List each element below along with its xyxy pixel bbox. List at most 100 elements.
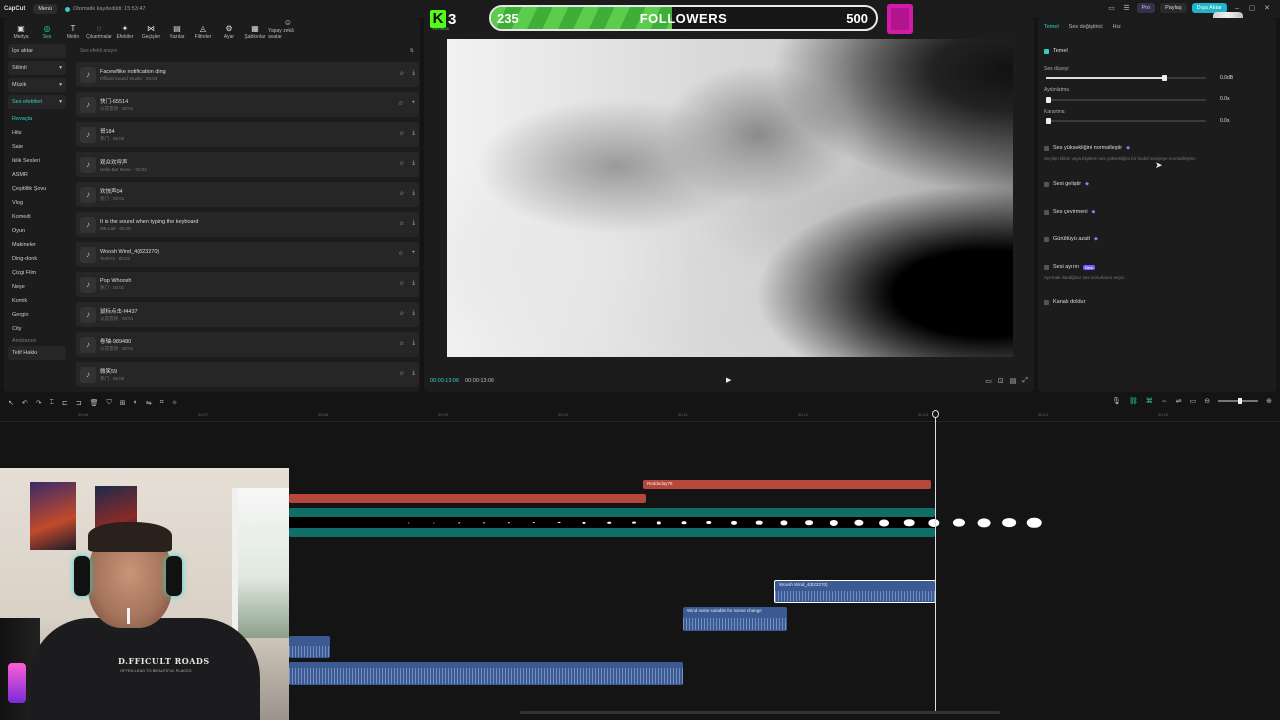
zoom-in-icon[interactable]: ⊕	[1266, 397, 1272, 405]
category-music[interactable]: Müzik ▾	[8, 78, 66, 92]
search-bar[interactable]: Ses efekti arayın ⇅	[76, 45, 418, 57]
select-tool-icon[interactable]: ↖	[8, 399, 14, 407]
zoom-slider[interactable]	[1218, 398, 1259, 404]
list-item[interactable]: ♪ 欢快声04 热门 · 00:01 ☆ ⤓	[76, 182, 419, 207]
trim-right-icon[interactable]: ⊐	[76, 399, 82, 407]
download-icon[interactable]: ⤓	[412, 280, 415, 287]
download-icon[interactable]: ⤓	[412, 220, 415, 227]
checkbox-icon[interactable]	[1044, 299, 1049, 305]
category-sfx[interactable]: Ses efektleri ▾	[8, 95, 66, 109]
freeze-icon[interactable]: ◐	[134, 399, 138, 407]
fadein-value[interactable]: 0.0s	[1220, 96, 1229, 102]
subcategory-asmr[interactable]: ASMR	[8, 168, 66, 182]
download-icon[interactable]: ⤓	[412, 370, 415, 377]
subcategory-trending[interactable]: Revaçta	[8, 112, 66, 126]
favorite-icon[interactable]: ☆	[399, 220, 404, 227]
download-icon[interactable]: ⤓	[412, 310, 415, 317]
snap-icon[interactable]: ⌘	[1146, 397, 1153, 405]
checkbox-icon[interactable]	[1044, 264, 1049, 270]
favorite-icon[interactable]: ☆	[398, 250, 403, 257]
normalize-toggle[interactable]: Ses yüksekliğini normalleştir ◆	[1044, 145, 1130, 151]
tool-filters[interactable]: ◬ Filtreler	[190, 25, 216, 41]
layout-icon[interactable]: ▭	[1107, 4, 1117, 12]
subcategory-ambiance[interactable]: Ambiance	[8, 336, 66, 346]
fadein-slider[interactable]	[1046, 97, 1206, 103]
marker-icon[interactable]: ⛉	[106, 399, 111, 407]
maximize-icon[interactable]: ▢	[1247, 4, 1257, 12]
volume-slider[interactable]	[1046, 75, 1206, 81]
list-item[interactable]: ♪ Facewflike notification ding Official So…	[76, 62, 419, 87]
subcategory-tense[interactable]: Gergin	[8, 308, 66, 322]
search-input[interactable]: Ses efekti arayın	[80, 48, 117, 54]
favorite-icon[interactable]: ☆	[399, 370, 404, 377]
category-copyright[interactable]: Telif Hakkı	[8, 346, 66, 360]
tool-stickers[interactable]: ◌ Çıkartmalar	[86, 25, 112, 41]
tool-media[interactable]: ▣ Medya	[8, 25, 34, 41]
translator-toggle[interactable]: Ses çevirmeni ◆	[1044, 209, 1095, 215]
subcategory-variety[interactable]: Çeşitlilik Şovu	[8, 182, 66, 196]
list-item[interactable]: ♪ 快门-65514 火花音效 · 00:01 ☆ +	[76, 92, 419, 117]
slider-knob[interactable]	[1046, 97, 1051, 103]
fadeout-slider[interactable]	[1046, 118, 1206, 124]
favorite-icon[interactable]: ☆	[399, 310, 404, 317]
favorite-icon[interactable]: ☆	[399, 130, 404, 137]
favorite-icon[interactable]: ☆	[399, 340, 404, 347]
favorite-icon[interactable]: ☆	[398, 100, 403, 107]
play-icon[interactable]: ▶	[726, 376, 731, 384]
effect-clip[interactable]	[289, 508, 935, 517]
list-item[interactable]: ♪ 鼠标点击-f4437 火花音效 · 00:01 ☆ ⤓	[76, 302, 419, 327]
microphone-icon[interactable]: 🎙	[1112, 397, 1121, 405]
trim-left-icon[interactable]: ⊏	[62, 399, 68, 407]
fullscreen-icon[interactable]: ⤢	[1022, 377, 1028, 385]
favorite-icon[interactable]: ☆	[399, 280, 404, 287]
fadeout-value[interactable]: 0.0s	[1220, 118, 1229, 124]
tool-transitions[interactable]: ⋈ Geçişler	[138, 25, 164, 41]
download-icon[interactable]: ⤓	[412, 70, 415, 77]
list-item[interactable]: ♪ Woosh Wind_4(823270) TechYs · 00:02 ☆ +	[76, 242, 419, 267]
effect-clip[interactable]	[289, 528, 935, 537]
crop-icon[interactable]: ⊞	[120, 399, 126, 407]
category-import[interactable]: İçe aktar	[8, 44, 66, 58]
subcategory-saie[interactable]: Saie	[8, 140, 66, 154]
channel-toggle[interactable]: Kanalı doldur	[1044, 299, 1085, 305]
split-icon[interactable]: ⌶	[50, 399, 54, 407]
minimize-icon[interactable]: –	[1232, 5, 1242, 12]
delete-icon[interactable]: 🗑	[90, 399, 99, 407]
subcategory-cartoon[interactable]: Çizgi Film	[8, 266, 66, 280]
preview-axis-icon[interactable]: ⇔	[1161, 398, 1168, 405]
tool-captions[interactable]: ▤ Yazılar	[164, 25, 190, 41]
timeline-ruler[interactable]: 00:06 00:07 00:08 00:09 00:10 00:11 00:12 00:13…	[0, 410, 1280, 422]
audio-clip[interactable]: Woosh Wind_4(823270)	[774, 580, 936, 603]
link-icon[interactable]: ⛓	[1129, 397, 1138, 405]
pro-button[interactable]: Pro	[1136, 3, 1156, 13]
tool-effects[interactable]: ✦ Efektler	[112, 25, 138, 41]
checkbox-icon[interactable]	[1044, 209, 1049, 215]
zoom-out-icon[interactable]: ⊖	[1204, 397, 1210, 405]
subcategory-ding-dong[interactable]: Ding-donk	[8, 252, 66, 266]
list-item[interactable]: ♪ 观众欢呼声 Hello Bar Music · 00:02 ☆ ⤓	[76, 152, 419, 177]
denoise-toggle[interactable]: Gürültüyü azalt ◆	[1044, 236, 1098, 242]
preview-frame[interactable]	[447, 39, 1013, 357]
settings-icon[interactable]: ☰	[1122, 4, 1132, 12]
tool-audio[interactable]: ◎ Ses	[34, 25, 60, 41]
subcategory-city[interactable]: City	[8, 322, 66, 336]
subcategory-funny[interactable]: Komik	[8, 294, 66, 308]
playhead[interactable]	[935, 412, 936, 712]
list-item[interactable]: ♪ 微笑59 热门 · 00:02 ☆ ⤓	[76, 362, 419, 387]
list-item[interactable]: ♪ Pop Whoosh 热门 · 00:01 ☆ ⤓	[76, 272, 419, 297]
checkbox-icon[interactable]	[1044, 145, 1049, 151]
audio-clip[interactable]	[289, 662, 683, 685]
subcategory-joy[interactable]: Neşe	[8, 280, 66, 294]
subcategory-machines[interactable]: Makineler	[8, 238, 66, 252]
download-icon[interactable]: ⤓	[412, 340, 415, 347]
zoom-knob[interactable]	[1238, 398, 1243, 404]
checkbox-icon[interactable]	[1044, 48, 1049, 54]
timeline-scrollbar[interactable]	[520, 711, 1000, 714]
download-icon[interactable]: ⤓	[412, 190, 415, 197]
basic-section[interactable]: Temel	[1044, 48, 1068, 54]
add-icon[interactable]: +	[411, 250, 415, 257]
list-item[interactable]: ♪ It is the sound when typing the keyboar…	[76, 212, 419, 237]
video-track[interactable]	[289, 517, 1042, 528]
subcategory-comedy[interactable]: Komedi	[8, 210, 66, 224]
category-style[interactable]: Stilinti ▾	[8, 61, 66, 75]
